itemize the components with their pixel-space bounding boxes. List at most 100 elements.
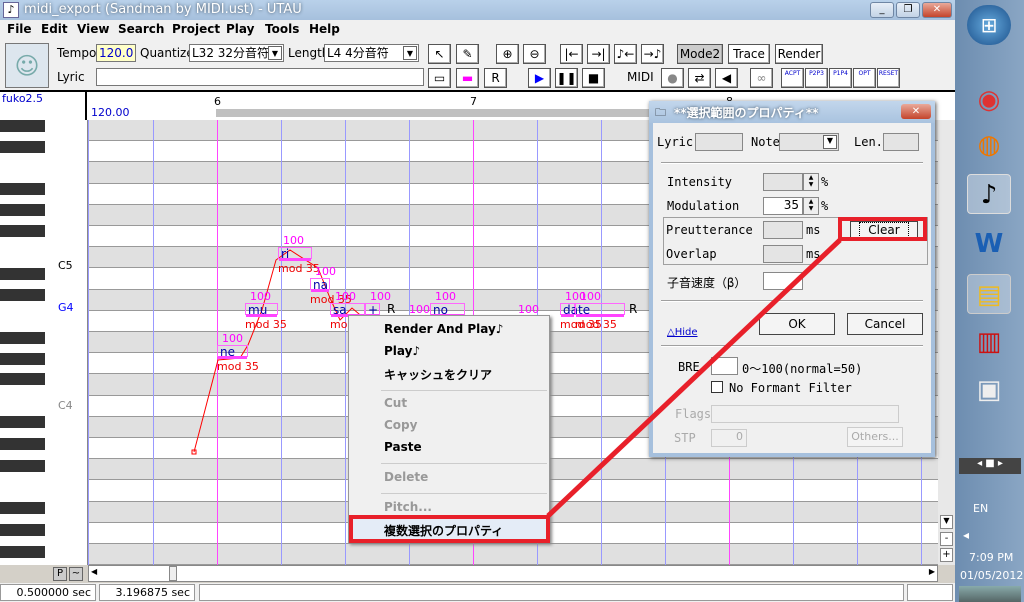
menu-item[interactable]: Paste bbox=[384, 440, 422, 454]
insert-note-button[interactable]: ▭ bbox=[428, 68, 451, 88]
cancel-button[interactable]: Cancel bbox=[847, 313, 923, 335]
clock-time[interactable]: 7:09 PM bbox=[969, 551, 1013, 564]
env-opt-button[interactable]: OPT bbox=[853, 68, 876, 88]
record-button[interactable]: ● bbox=[661, 68, 684, 88]
scroll-left-icon[interactable]: ◀ bbox=[91, 567, 97, 576]
chrome-taskbar-icon[interactable]: ◉ bbox=[967, 80, 1011, 120]
menu-item[interactable]: Render And Play♪ bbox=[384, 322, 503, 336]
tray-bar[interactable]: ◂ ■ ▸ bbox=[959, 458, 1021, 474]
stop-button[interactable]: ■ bbox=[582, 68, 605, 88]
menu-project[interactable]: Project bbox=[172, 22, 220, 36]
menu-play[interactable]: Play bbox=[226, 22, 254, 36]
zoom-out-button[interactable]: ⊖ bbox=[523, 44, 546, 64]
note[interactable]: na bbox=[310, 278, 330, 292]
quantize-select[interactable]: L32 32分音符 ▼ bbox=[189, 44, 284, 62]
menu-tools[interactable]: Tools bbox=[265, 22, 299, 36]
note[interactable]: te bbox=[575, 303, 625, 317]
mode2-button[interactable]: Mode2 bbox=[677, 44, 723, 64]
modulation-input[interactable]: 35 bbox=[763, 197, 803, 215]
add-note-button[interactable]: ▬ bbox=[456, 68, 479, 88]
env-p2p3-button[interactable]: P2P3 bbox=[805, 68, 828, 88]
overlap-input[interactable] bbox=[763, 245, 803, 263]
menu-item[interactable]: Copy bbox=[384, 418, 417, 432]
note[interactable]: mu bbox=[245, 303, 278, 317]
note-next-button[interactable]: →♪ bbox=[641, 44, 664, 64]
render-button[interactable]: Render bbox=[775, 44, 823, 64]
env-acpt-button[interactable]: ACPT bbox=[781, 68, 804, 88]
dialog-note-select[interactable]: ▼ bbox=[779, 133, 839, 151]
go-start-button[interactable]: |← bbox=[560, 44, 583, 64]
zoom-in-button[interactable]: ⊕ bbox=[496, 44, 519, 64]
loop-button[interactable]: ⇄ bbox=[688, 68, 711, 88]
media-taskbar-icon[interactable]: ▥ bbox=[967, 322, 1011, 362]
selection-range-bar[interactable] bbox=[216, 109, 656, 117]
intensity-input[interactable] bbox=[763, 173, 803, 191]
play-button[interactable]: ▶ bbox=[528, 68, 551, 88]
app-taskbar-icon[interactable]: ▣ bbox=[967, 370, 1011, 410]
no-formant-checkbox[interactable] bbox=[711, 381, 723, 393]
zoom-v-plus-button[interactable]: + bbox=[940, 548, 953, 562]
menu-item[interactable]: Delete bbox=[384, 470, 428, 484]
pencil-tool-button[interactable]: ✎ bbox=[456, 44, 479, 64]
menu-item[interactable]: Cut bbox=[384, 396, 407, 410]
pause-button[interactable]: ❚❚ bbox=[555, 68, 578, 88]
env-p1p4-button[interactable]: P1P4 bbox=[829, 68, 852, 88]
menu-view[interactable]: View bbox=[77, 22, 109, 36]
note[interactable]: ri bbox=[278, 247, 312, 261]
start-button[interactable]: ⊞ bbox=[967, 5, 1011, 45]
explorer-taskbar-icon[interactable]: ▤ bbox=[967, 274, 1011, 314]
menu-search[interactable]: Search bbox=[118, 22, 164, 36]
note[interactable]: da bbox=[560, 303, 578, 317]
menu-item[interactable]: Play♪ bbox=[384, 344, 420, 358]
others-button[interactable]: Others... bbox=[847, 427, 903, 447]
dialog-lyric-input[interactable] bbox=[695, 133, 743, 151]
intensity-spinner[interactable]: ▲ ▼ bbox=[803, 173, 819, 191]
vibrato-mode-button[interactable]: ~ bbox=[69, 567, 83, 581]
speaker-button[interactable]: ◀ bbox=[715, 68, 738, 88]
scroll-down-icon[interactable]: ▼ bbox=[940, 515, 953, 529]
add-rest-button[interactable]: R bbox=[484, 68, 507, 88]
modulation-spinner[interactable]: ▲ ▼ bbox=[803, 197, 819, 215]
note[interactable]: sa bbox=[330, 303, 365, 317]
select-tool-button[interactable]: ↖ bbox=[428, 44, 451, 64]
zoom-v-minus-button[interactable]: - bbox=[940, 532, 953, 546]
stp-input[interactable]: 0 bbox=[711, 429, 747, 447]
scroll-right-icon[interactable]: ▶ bbox=[929, 567, 935, 576]
firefox-taskbar-icon[interactable]: ◍ bbox=[967, 125, 1011, 165]
menu-edit[interactable]: Edit bbox=[41, 22, 68, 36]
menu-help[interactable]: Help bbox=[309, 22, 340, 36]
language-indicator[interactable]: EN bbox=[973, 502, 988, 515]
lyric-input[interactable] bbox=[96, 68, 424, 86]
note-prev-button[interactable]: ♪← bbox=[614, 44, 637, 64]
note[interactable]: R bbox=[385, 303, 397, 315]
trace-button[interactable]: Trace bbox=[728, 44, 770, 64]
utau-taskbar-icon[interactable]: ♪ bbox=[967, 174, 1011, 214]
preutterance-input[interactable] bbox=[763, 221, 803, 239]
minimize-button[interactable]: _ bbox=[870, 2, 894, 18]
clock-date[interactable]: 01/05/2012 bbox=[960, 569, 1023, 582]
horizontal-scrollbar[interactable]: ◀ ▶ bbox=[88, 565, 938, 582]
note[interactable]: no bbox=[430, 303, 465, 317]
bre-input[interactable] bbox=[711, 357, 738, 375]
hide-link[interactable]: △Hide bbox=[667, 327, 698, 338]
menu-file[interactable]: File bbox=[7, 22, 32, 36]
show-desktop-button[interactable] bbox=[959, 586, 1021, 602]
note[interactable]: + bbox=[365, 303, 380, 317]
note[interactable]: R bbox=[627, 303, 639, 315]
link-button[interactable]: ∞ bbox=[750, 68, 773, 88]
word-taskbar-icon[interactable]: W bbox=[967, 224, 1011, 264]
ok-button[interactable]: OK bbox=[759, 313, 835, 335]
menu-item[interactable]: Pitch... bbox=[384, 500, 432, 514]
consonant-velocity-input[interactable] bbox=[763, 272, 803, 290]
singer-avatar[interactable]: ☺ bbox=[5, 43, 49, 88]
dialog-len-input[interactable] bbox=[883, 133, 919, 151]
env-reset-button[interactable]: RESET bbox=[877, 68, 900, 88]
menu-item[interactable]: キャッシュをクリア bbox=[384, 366, 492, 383]
pitch-mode-button[interactable]: P bbox=[53, 567, 67, 581]
show-hidden-icons[interactable]: ◂ bbox=[963, 528, 969, 542]
tempo-input[interactable]: 120.0 bbox=[96, 44, 136, 62]
go-end-button[interactable]: →| bbox=[587, 44, 610, 64]
note[interactable]: ne bbox=[217, 345, 248, 359]
length-select[interactable]: L4 4分音符 ▼ bbox=[324, 44, 419, 62]
flags-input[interactable] bbox=[711, 405, 899, 423]
